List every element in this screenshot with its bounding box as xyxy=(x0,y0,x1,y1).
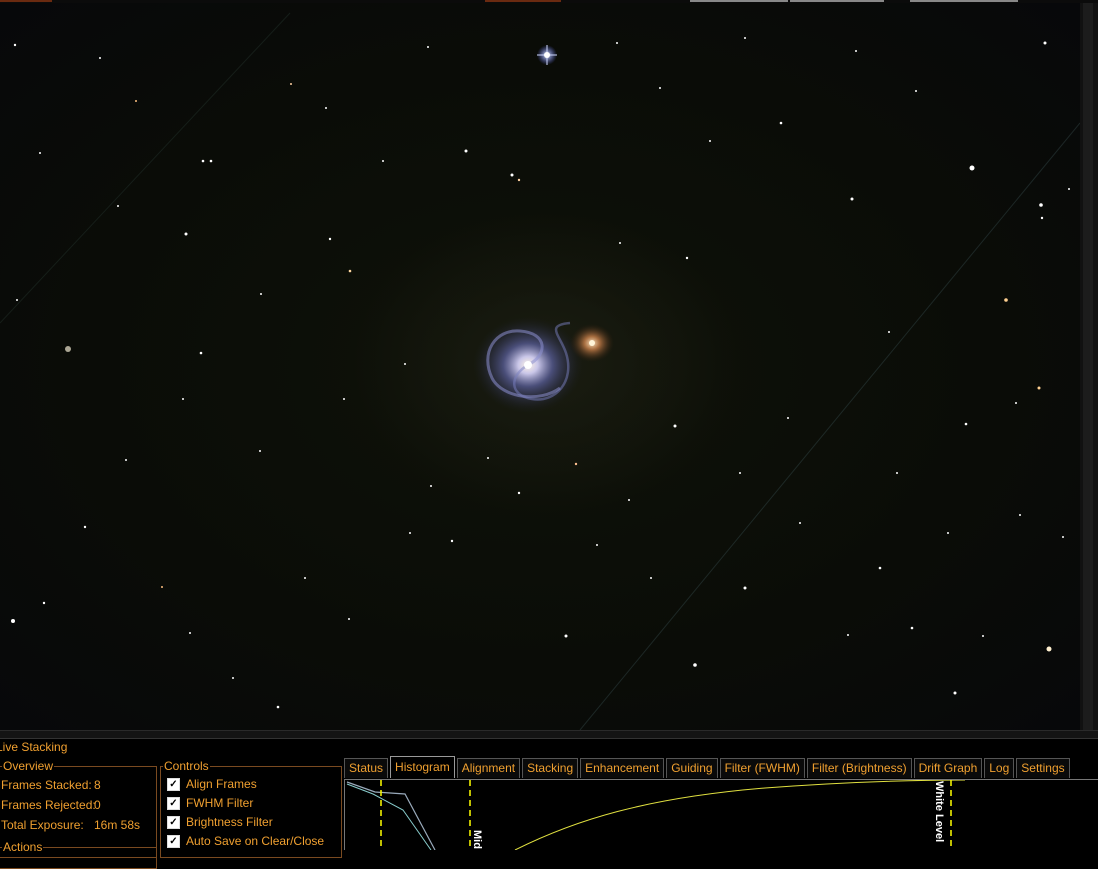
frames-stacked-value: 8 xyxy=(94,778,101,792)
total-exposure-label: Total Exposure: xyxy=(1,818,84,832)
toolbar-field[interactable] xyxy=(790,0,884,2)
tab-filter-fwhm[interactable]: Filter (FWHM) xyxy=(719,758,805,778)
controls-group: Controls ✓ Align Frames ✓ FWHM Filter ✓ … xyxy=(160,759,342,858)
toolbar-indicator xyxy=(0,0,52,2)
total-exposure-value: 16m 58s xyxy=(94,818,141,832)
frames-stacked-label: Frames Stacked: xyxy=(1,778,92,792)
toolbar-indicator xyxy=(485,0,561,2)
tab-status[interactable]: Status xyxy=(344,758,389,778)
controls-legend: Controls xyxy=(163,759,210,773)
align-frames-label: Align Frames xyxy=(186,777,257,791)
actions-legend: Actions xyxy=(2,840,44,854)
tab-log[interactable]: Log xyxy=(984,758,1015,778)
tab-guiding[interactable]: Guiding xyxy=(666,758,718,778)
histogram-curve-rgb xyxy=(346,781,436,851)
tab-alignment[interactable]: Alignment xyxy=(456,758,521,778)
actions-group: Actions xyxy=(0,840,157,869)
frames-rejected-value: 0 xyxy=(94,798,101,812)
mid-label: Mid xyxy=(471,830,483,849)
fwhm-filter-checkbox[interactable]: ✓ FWHM Filter xyxy=(167,796,253,810)
checkmark-icon[interactable]: ✓ xyxy=(167,796,180,810)
frames-stacked-row: Frames Stacked: 8 xyxy=(1,778,101,792)
checkmark-icon[interactable]: ✓ xyxy=(167,815,180,829)
tab-strip: Status Histogram Alignment Stacking Enha… xyxy=(344,756,1072,779)
scrollbar-thumb[interactable] xyxy=(1083,3,1093,730)
auto-save-checkbox[interactable]: ✓ Auto Save on Clear/Close xyxy=(167,834,324,848)
live-stacking-panel: Live Stacking Overview Frames Stacked: 8… xyxy=(0,738,1098,869)
frames-rejected-row: Frames Rejected: 0 xyxy=(1,798,101,812)
histogram-curve-channel xyxy=(346,783,432,851)
sky-image xyxy=(0,12,1080,730)
stretch-curve xyxy=(514,779,966,851)
white-level-label: White Level xyxy=(933,781,945,843)
auto-save-label: Auto Save on Clear/Close xyxy=(186,834,325,848)
histogram-plot xyxy=(346,779,966,851)
total-exposure-row: Total Exposure: 16m 58s xyxy=(1,818,140,832)
vertical-scrollbar[interactable] xyxy=(1080,3,1098,730)
checkmark-icon[interactable]: ✓ xyxy=(167,777,180,791)
fwhm-filter-label: FWHM Filter xyxy=(186,796,254,810)
brightness-filter-label: Brightness Filter xyxy=(186,815,273,829)
overview-legend: Overview xyxy=(2,759,55,773)
galaxy xyxy=(473,317,614,413)
frames-rejected-label: Frames Rejected: xyxy=(1,798,96,812)
tab-stacking[interactable]: Stacking xyxy=(522,758,579,778)
tab-filter-brightness[interactable]: Filter (Brightness) xyxy=(806,758,912,778)
tab-drift-graph[interactable]: Drift Graph xyxy=(913,758,983,778)
toolbar-field[interactable] xyxy=(910,0,1018,2)
tab-enhancement[interactable]: Enhancement xyxy=(580,758,665,778)
histogram-view[interactable]: Mid White Level xyxy=(344,779,1098,851)
bright-star xyxy=(537,45,557,65)
stacked-image-viewport[interactable] xyxy=(0,3,1080,730)
tab-histogram[interactable]: Histogram xyxy=(390,756,455,778)
toolbar-field[interactable] xyxy=(690,0,788,2)
align-frames-checkbox[interactable]: ✓ Align Frames xyxy=(167,777,257,791)
checkmark-icon[interactable]: ✓ xyxy=(167,834,180,848)
brightness-filter-checkbox[interactable]: ✓ Brightness Filter xyxy=(167,815,273,829)
tab-settings[interactable]: Settings xyxy=(1016,758,1070,778)
panel-title: Live Stacking xyxy=(0,740,68,754)
